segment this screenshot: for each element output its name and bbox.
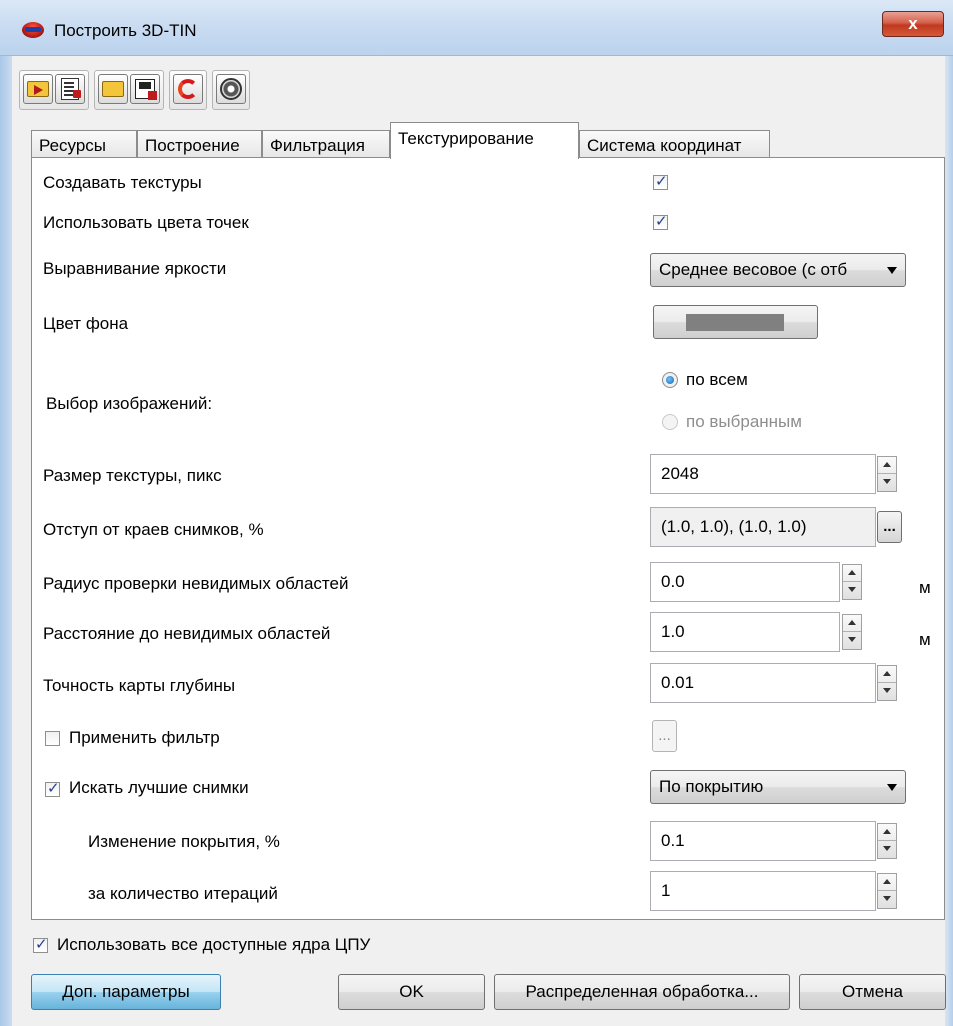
- best-images-select-value: По покрытию: [659, 777, 764, 796]
- filter-settings-button[interactable]: ...: [652, 720, 677, 752]
- invisible-distance-spinner[interactable]: [842, 614, 862, 650]
- bg-color-label: Цвет фона: [43, 314, 129, 333]
- cancel-button[interactable]: Отмена: [799, 974, 946, 1010]
- invisible-radius-input[interactable]: 0.0: [650, 562, 840, 602]
- chevron-down-icon: [887, 267, 897, 274]
- app-logo-icon: [22, 22, 44, 38]
- color-swatch: [686, 314, 784, 331]
- spin-up-icon[interactable]: [878, 666, 896, 683]
- image-selection-label: Выбор изображений:: [46, 394, 213, 413]
- close-button[interactable]: x: [882, 11, 944, 37]
- invisible-distance-label: Расстояние до невидимых областей: [43, 624, 331, 643]
- coverage-change-label: Изменение покрытия, %: [88, 832, 280, 851]
- coverage-change-spinner[interactable]: [877, 823, 897, 859]
- radio-selected-images[interactable]: [662, 414, 678, 430]
- radio-all-images[interactable]: [662, 372, 678, 388]
- apply-filter-checkbox[interactable]: [45, 731, 60, 746]
- radio-selected-images-label: по выбранным: [686, 412, 802, 431]
- toolbar-group-file: [19, 70, 89, 110]
- best-images-select[interactable]: По покрытию: [650, 770, 906, 804]
- tab-texturing[interactable]: Текстурирование: [390, 122, 579, 159]
- best-images-label: Искать лучшие снимки: [69, 778, 249, 797]
- create-textures-label: Создавать текстуры: [43, 173, 202, 192]
- brightness-label: Выравнивание яркости: [43, 259, 227, 278]
- edge-margin-label: Отступ от краев снимков, %: [43, 520, 264, 539]
- texture-size-spinner[interactable]: [877, 456, 897, 492]
- spin-up-icon[interactable]: [843, 565, 861, 582]
- invisible-radius-unit: м: [919, 578, 931, 597]
- iterations-spinner[interactable]: [877, 873, 897, 909]
- chevron-down-icon: [887, 784, 897, 791]
- save-icon: [135, 79, 157, 100]
- depth-accuracy-input[interactable]: 0.01: [650, 663, 876, 703]
- toolbar: [19, 70, 255, 110]
- export-settings-button[interactable]: [55, 74, 85, 104]
- use-point-colors-label: Использовать цвета точек: [43, 213, 249, 232]
- toolbar-group-io: [94, 70, 164, 110]
- create-textures-checkbox[interactable]: [653, 172, 668, 190]
- use-point-colors-checkbox[interactable]: [653, 212, 668, 230]
- toolbar-group-settings: [212, 70, 250, 110]
- folder-icon: [102, 81, 124, 97]
- radio-all-images-label: по всем: [686, 370, 748, 389]
- tab-filtering[interactable]: Фильтрация: [262, 130, 390, 158]
- document-export-icon: [61, 78, 81, 100]
- spin-down-icon[interactable]: [878, 474, 896, 491]
- depth-accuracy-label: Точность карты глубины: [43, 676, 236, 695]
- bg-color-button[interactable]: [653, 305, 818, 339]
- iterations-label: за количество итераций: [88, 884, 278, 903]
- spin-down-icon[interactable]: [878, 891, 896, 908]
- invisible-distance-input[interactable]: 1.0: [650, 612, 840, 652]
- apply-filter-label: Применить фильтр: [69, 728, 220, 747]
- edge-margin-field: (1.0, 1.0), (1.0, 1.0): [650, 507, 876, 547]
- title-bar[interactable]: Построить 3D-TIN x: [0, 0, 953, 56]
- ok-button[interactable]: OK: [338, 974, 485, 1010]
- window-frame-right: [945, 56, 953, 1026]
- tab-resources[interactable]: Ресурсы: [31, 130, 137, 158]
- spin-down-icon[interactable]: [843, 582, 861, 599]
- spin-down-icon[interactable]: [878, 683, 896, 700]
- texture-size-input[interactable]: 2048: [650, 454, 876, 494]
- settings-button[interactable]: [216, 74, 246, 104]
- settings-gear-icon: [220, 78, 242, 100]
- brightness-select-value: Среднее весовое (с отб: [659, 260, 848, 279]
- spin-up-icon[interactable]: [843, 615, 861, 632]
- coverage-change-input[interactable]: 0.1: [650, 821, 876, 861]
- invisible-radius-label: Радиус проверки невидимых областей: [43, 574, 349, 593]
- tab-construction[interactable]: Построение: [137, 130, 262, 158]
- spin-down-icon[interactable]: [878, 841, 896, 858]
- best-images-checkbox[interactable]: [45, 779, 60, 797]
- folder-open-arrow-icon: [27, 81, 49, 97]
- brightness-select[interactable]: Среднее весовое (с отб: [650, 253, 906, 287]
- spin-up-icon[interactable]: [878, 874, 896, 891]
- use-all-cores-checkbox[interactable]: [33, 935, 48, 953]
- refresh-button[interactable]: [173, 74, 203, 104]
- spin-up-icon[interactable]: [878, 824, 896, 841]
- edge-margin-edit-button[interactable]: ...: [877, 511, 902, 543]
- iterations-input[interactable]: 1: [650, 871, 876, 911]
- invisible-radius-spinner[interactable]: [842, 564, 862, 600]
- save-button[interactable]: [130, 74, 160, 104]
- dialog-window: Построить 3D-TIN x Ресурсы Построение Фи…: [0, 0, 953, 1026]
- refresh-icon: [178, 79, 198, 99]
- spin-down-icon[interactable]: [843, 632, 861, 649]
- use-all-cores-label: Использовать все доступные ядра ЦПУ: [57, 935, 371, 954]
- texture-size-label: Размер текстуры, пикс: [43, 466, 222, 485]
- open-button[interactable]: [98, 74, 128, 104]
- depth-accuracy-spinner[interactable]: [877, 665, 897, 701]
- spin-up-icon[interactable]: [878, 457, 896, 474]
- window-title: Построить 3D-TIN: [54, 21, 197, 40]
- window-frame-left: [0, 56, 12, 1026]
- toolbar-group-reset: [169, 70, 207, 110]
- tab-coordinate-system[interactable]: Система координат: [579, 130, 770, 158]
- invisible-distance-unit: м: [919, 630, 931, 649]
- distributed-processing-button[interactable]: Распределенная обработка...: [494, 974, 790, 1010]
- advanced-params-button[interactable]: Доп. параметры: [31, 974, 221, 1010]
- load-settings-button[interactable]: [23, 74, 53, 104]
